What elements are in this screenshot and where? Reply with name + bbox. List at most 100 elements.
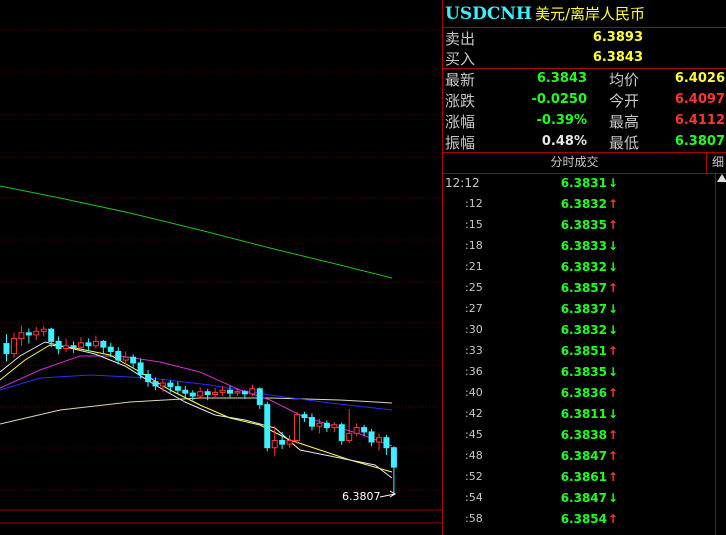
candle: [25, 328, 32, 344]
candle: [18, 325, 25, 346]
symbol-name: 美元/离岸人民币: [534, 5, 646, 23]
tick-price: 6.3811: [560, 407, 607, 421]
tick-price: 6.3832: [560, 323, 607, 337]
candle-body: [279, 440, 286, 445]
candle-body: [40, 328, 47, 332]
tick-row: :27 6.3837 ↓: [443, 300, 715, 321]
candle-body: [55, 340, 62, 350]
candle-body: [204, 391, 211, 396]
candle: [383, 434, 390, 455]
chart-canvas[interactable]: 6.3807: [0, 0, 442, 535]
candle-body: [92, 340, 99, 347]
tick-time: :18: [465, 239, 483, 252]
tick-scrollbar[interactable]: [715, 174, 726, 535]
candle-body: [241, 391, 248, 395]
arrow-up-icon: ↑: [608, 428, 619, 442]
tick-row: :42 6.3811 ↓: [443, 405, 715, 426]
candle-body: [390, 447, 397, 468]
tick-time: :42: [465, 407, 483, 420]
candle: [55, 336, 62, 355]
amp-label: 振幅: [445, 134, 476, 152]
candle-body: [256, 388, 263, 406]
avg-label: 均价: [609, 71, 640, 89]
candle: [33, 327, 40, 340]
candle-body: [63, 345, 70, 350]
arrow-down-icon: ↓: [608, 302, 619, 316]
candle-body: [189, 392, 196, 397]
chart-grid: [0, 29, 442, 524]
candle: [294, 411, 301, 444]
tick-time: :52: [465, 470, 483, 483]
arrow-down-icon: ↓: [608, 260, 619, 274]
candle: [40, 326, 47, 337]
scroll-up-icon[interactable]: [717, 174, 726, 182]
ma-yellow-line: [0, 344, 393, 473]
candle: [63, 338, 70, 353]
arrow-up-icon: ↑: [608, 344, 619, 358]
candle: [331, 421, 338, 432]
tick-row: :58 6.3854 ↑: [443, 510, 715, 531]
candle-body: [361, 427, 368, 433]
tick-price: 6.3847: [560, 449, 607, 463]
candle: [182, 385, 189, 398]
open-value: 6.4097: [674, 92, 725, 107]
sell-label: 卖出: [445, 30, 476, 48]
candle-body: [383, 437, 390, 449]
tick-row: :48 6.3847 ↑: [443, 447, 715, 468]
candle: [308, 413, 315, 431]
tick-row: :33 6.3851 ↑: [443, 342, 715, 363]
arrow-up-icon: ↑: [608, 281, 619, 295]
tick-price: 6.3837: [560, 302, 607, 316]
candle-body: [152, 381, 159, 387]
tab-time-sales[interactable]: 分时成交: [443, 153, 707, 173]
candle-body: [264, 404, 271, 449]
candle: [212, 388, 219, 399]
candlestick-chart[interactable]: 6.3807: [0, 0, 442, 535]
buy-label: 买入: [445, 50, 476, 68]
tab-detail[interactable]: 细: [709, 153, 726, 173]
high-label: 最高: [609, 113, 640, 131]
candle: [256, 387, 263, 409]
candle-body: [271, 440, 278, 449]
avg-value: 6.4026: [674, 71, 725, 86]
tick-price: 6.3831: [560, 176, 607, 190]
arrow-up-icon: ↑: [608, 449, 619, 463]
candle-body: [145, 373, 152, 383]
amp-value: 0.48%: [541, 134, 587, 149]
latest-value: 6.3843: [536, 71, 587, 86]
divider: [443, 68, 726, 69]
buy-value: 6.3843: [592, 50, 643, 65]
low-value: 6.3807: [674, 134, 725, 149]
arrow-up-icon: ↑: [608, 512, 619, 526]
ma-magenta-line: [0, 355, 393, 447]
candle: [353, 423, 360, 437]
tick-row: :52 6.3861 ↑: [443, 468, 715, 489]
candle-body: [323, 422, 330, 429]
candle-body: [182, 389, 189, 394]
tick-price: 6.3851: [560, 344, 607, 358]
candle-body: [227, 389, 233, 394]
candle: [130, 354, 137, 369]
tick-time: 12:12: [445, 176, 480, 190]
candle-body: [107, 346, 114, 352]
tick-row: :15 6.3835 ↑: [443, 216, 715, 237]
candle-body: [338, 424, 345, 442]
tick-row: :45 6.3838 ↑: [443, 426, 715, 447]
candle-body: [33, 330, 40, 336]
candle-body: [48, 328, 55, 342]
candle: [204, 388, 211, 401]
candle-body: [70, 345, 77, 348]
candle-body: [212, 391, 219, 396]
candle: [323, 420, 330, 432]
open-label: 今开: [609, 92, 640, 110]
candle-body: [122, 356, 129, 361]
high-value: 6.4112: [674, 113, 725, 128]
candle-body: [331, 424, 338, 429]
ma-green-line: [0, 185, 393, 279]
candle: [264, 401, 271, 452]
candle-body: [316, 422, 323, 427]
sell-value: 6.3893: [592, 30, 643, 45]
tick-price: 6.3847: [560, 491, 607, 505]
pct-label: 涨幅: [445, 113, 476, 131]
tick-price: 6.3861: [560, 470, 607, 484]
